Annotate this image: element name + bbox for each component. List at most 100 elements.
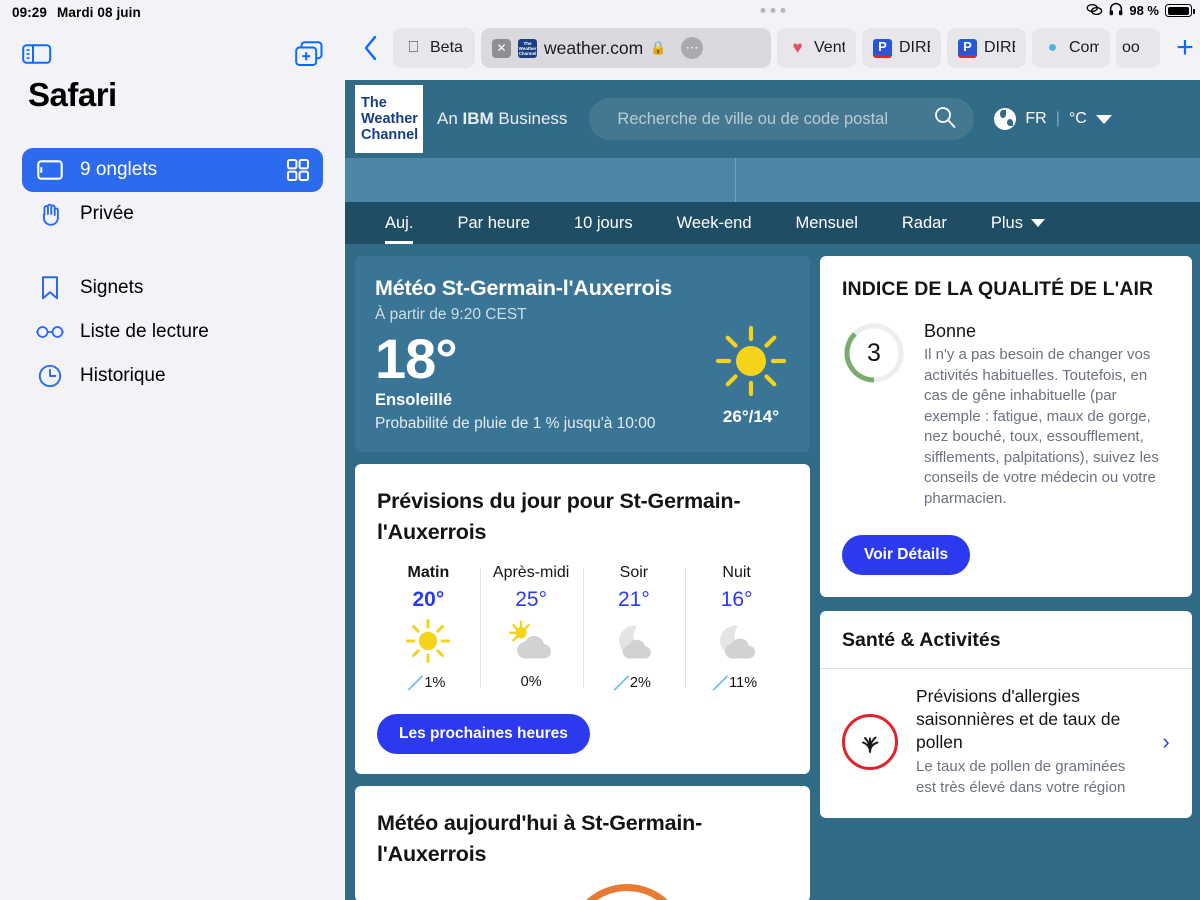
day-part-morning: Matin 20° ╱ 1% [377, 564, 480, 693]
tab-label: weather.com [544, 37, 644, 58]
nav-weekend[interactable]: Week-end [655, 202, 774, 244]
see-details-button[interactable]: Voir Détails [842, 535, 971, 575]
current-conditions-card: Météo St-Germain-l'Auxerrois À partir de… [355, 256, 810, 452]
nav-label: Week-end [676, 213, 752, 232]
nav-10-days[interactable]: 10 jours [552, 202, 655, 244]
part-name: Nuit [722, 564, 751, 581]
air-quality-text: Bonne Il n'y a pas besoin de changer vos… [924, 321, 1170, 509]
part-name: Matin [407, 564, 450, 581]
air-quality-description: Il n'y a pas besoin de changer vos activ… [924, 346, 1159, 507]
nav-more[interactable]: Plus [969, 202, 1067, 244]
tab-com[interactable]: ● Com [1032, 28, 1110, 68]
sidebar-item-label: 9 onglets [80, 159, 158, 180]
temperature-arc-graphic [567, 884, 687, 900]
nav-label: Auj. [385, 213, 414, 232]
window-grabber[interactable] [760, 8, 785, 13]
clock-icon [36, 364, 64, 388]
nav-today[interactable]: Auj. [363, 202, 435, 244]
nav-label: 10 jours [573, 213, 633, 232]
locale-selector[interactable]: FR | °C [994, 108, 1112, 130]
part-precip: ╱ 11% [689, 674, 784, 693]
tab-vent[interactable]: ♥ Vent [777, 28, 856, 68]
nav-label: Mensuel [795, 213, 858, 232]
search-icon[interactable] [934, 106, 956, 133]
health-activities-title: Santé & Activités [820, 611, 1192, 669]
nav-label: Plus [990, 213, 1023, 232]
more-dots-icon[interactable]: ⋯ [681, 37, 704, 59]
sidebar-item-private[interactable]: Privée [22, 192, 323, 236]
sidebar-item-tabs[interactable]: 9 onglets [22, 148, 323, 192]
grid-view-icon[interactable] [287, 159, 309, 181]
current-location-title: Météo St-Germain-l'Auxerrois [375, 276, 672, 300]
tagline-prefix: An [437, 109, 463, 128]
chevron-down-icon[interactable] [1095, 114, 1112, 124]
tab-weather-com[interactable]: ✕ The Weather Channel weather.com 🔒 ⋯ [481, 28, 771, 68]
chevron-down-icon [1030, 219, 1045, 227]
tab-label: Beta [430, 39, 463, 56]
health-item-pollen[interactable]: Prévisions d'allergies saisonnières et d… [820, 669, 1192, 818]
sidebar-item-label: Signets [80, 277, 144, 298]
search-input[interactable]: Recherche de ville ou de code postal [589, 98, 975, 140]
status-date: Mardi 08 juin [57, 5, 141, 20]
lock-icon: 🔒 [650, 40, 667, 55]
language-label: FR [1025, 110, 1047, 127]
day-part-evening: Soir 21° ╱ 2% [582, 564, 686, 693]
day-part-night: Nuit 16° ╱ 11% [685, 564, 788, 693]
logo-line-2: Weather [361, 111, 418, 127]
back-button[interactable] [353, 35, 387, 61]
raindrop-icon: ╱ [408, 673, 423, 693]
next-hours-button[interactable]: Les prochaines heures [377, 714, 590, 754]
tab-beta[interactable]:  Beta [393, 28, 475, 68]
plus-icon[interactable]: + [1166, 31, 1200, 65]
hand-raised-icon [36, 202, 64, 226]
close-icon[interactable]: ✕ [492, 38, 511, 58]
day-part-afternoon: Après-midi 25° 0% [479, 564, 583, 692]
part-name: Soir [619, 564, 649, 581]
part-name: Après-midi [492, 564, 570, 581]
tab-label: DIRE [899, 39, 930, 56]
air-quality-gauge: 3 [842, 321, 906, 385]
today-detail-title: Météo aujourd'hui à St-Germain-l'Auxerro… [377, 811, 703, 866]
nav-hourly[interactable]: Par heure [435, 202, 551, 244]
bookmark-icon [36, 275, 64, 301]
chevron-right-icon[interactable]: › [1156, 729, 1176, 755]
search-placeholder: Recherche de ville ou de code postal [617, 109, 888, 128]
part-precip-value: 2% [629, 675, 651, 691]
air-quality-value: 3 [867, 338, 881, 367]
sidebar-toggle-icon[interactable] [22, 42, 52, 66]
content-right-column: INDICE DE LA QUALITÉ DE L'AIR 3 Bonne Il… [820, 256, 1192, 818]
apple-icon:  [404, 39, 423, 58]
tab-direct-2[interactable]: P DIRE [947, 28, 1026, 68]
ibm-tagline: An IBM Business [437, 109, 567, 129]
part-temp: 20° [412, 588, 445, 611]
sidebar-item-reading-list[interactable]: Liste de lecture [22, 310, 323, 354]
tagline-brand: IBM [462, 109, 494, 128]
battery-percent: 98 % [1129, 3, 1159, 18]
sunny-icon [381, 616, 476, 666]
air-quality-title: INDICE DE LA QUALITÉ DE L'AIR [842, 278, 1154, 300]
sidebar-nav: 9 onglets Privée Signets Liste de lectur… [0, 148, 345, 398]
air-quality-card: INDICE DE LA QUALITÉ DE L'AIR 3 Bonne Il… [820, 256, 1192, 597]
new-tab-group-icon[interactable] [295, 41, 323, 67]
tab-overflow[interactable]: oo [1116, 28, 1160, 68]
battery-icon [1165, 4, 1195, 17]
tab-direct-1[interactable]: P DIRE [862, 28, 941, 68]
nav-monthly[interactable]: Mensuel [774, 202, 880, 244]
health-item-sub: Le taux de pollen de graminées est très … [916, 758, 1126, 796]
status-time: 09:29 [12, 5, 48, 20]
page-title: Safari [28, 76, 117, 113]
webpage-weather-com: The Weather Channel An IBM Business Rech… [345, 80, 1200, 900]
sidebar-item-label: Privée [80, 203, 134, 224]
sidebar-item-bookmarks[interactable]: Signets [22, 266, 323, 310]
leparisien-icon: P [873, 38, 892, 58]
ad-placeholder [345, 158, 1200, 202]
sidebar-item-history[interactable]: Historique [22, 354, 323, 398]
unit-label: °C [1068, 110, 1087, 127]
part-precip-value: 1% [424, 675, 446, 691]
weather-channel-logo[interactable]: The Weather Channel [355, 85, 423, 153]
daily-forecast-card: Prévisions du jour pour St-Germain-l'Aux… [355, 464, 810, 774]
part-temp: 25° [515, 588, 547, 611]
nav-radar[interactable]: Radar [880, 202, 969, 244]
current-icon-and-range: 26°/14° [714, 324, 788, 427]
tulip-icon: ♥ [792, 38, 803, 57]
